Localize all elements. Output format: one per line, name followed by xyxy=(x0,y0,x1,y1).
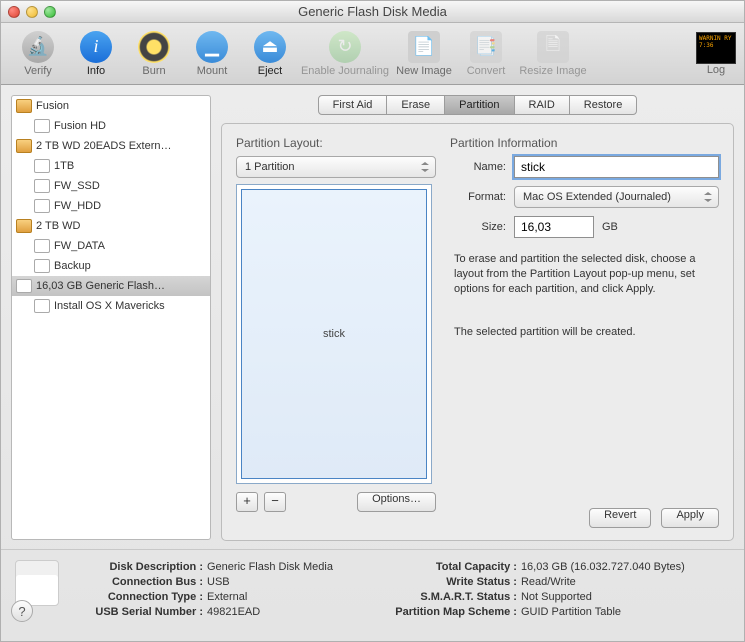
sidebar-item-label: FW_HDD xyxy=(54,200,101,212)
partition-layout-select[interactable]: 1 Partition xyxy=(236,156,436,178)
window-title: Generic Flash Disk Media xyxy=(1,4,744,19)
sidebar-item[interactable]: 2 TB WD 20EADS Extern… xyxy=(12,136,210,156)
convert-button: 📑 Convert xyxy=(457,31,515,77)
size-input[interactable] xyxy=(514,216,594,238)
sidebar-item[interactable]: FW_HDD xyxy=(12,196,210,216)
tab-erase[interactable]: Erase xyxy=(386,95,445,115)
tab-first-aid[interactable]: First Aid xyxy=(318,95,388,115)
tab-partition[interactable]: Partition xyxy=(444,95,514,115)
disk-description-value: Generic Flash Disk Media xyxy=(207,560,333,575)
partition-preview-slice[interactable]: stick xyxy=(241,189,427,479)
verify-button[interactable]: 🔬 Verify xyxy=(9,31,67,77)
sidebar-item[interactable]: FW_DATA xyxy=(12,236,210,256)
partition-description-1: To erase and partition the selected disk… xyxy=(454,252,719,297)
sidebar-item-label: FW_SSD xyxy=(54,180,100,192)
sidebar-item[interactable]: 1TB xyxy=(12,156,210,176)
sidebar-item-label: FW_DATA xyxy=(54,240,105,252)
disk-sidebar[interactable]: Fusion Fusion HD 2 TB WD 20EADS Extern… 1TB… xyxy=(11,95,211,540)
info-button[interactable]: i Info xyxy=(67,31,125,77)
titlebar: Generic Flash Disk Media xyxy=(1,1,744,23)
tab-bar: First Aid Erase Partition RAID Restore xyxy=(221,95,734,115)
toolbar: 🔬 Verify i Info Burn ▁ Mount ⏏ Eject ↻ E… xyxy=(1,23,744,85)
sidebar-item-label: Fusion xyxy=(36,100,69,112)
sidebar-item[interactable]: Fusion HD xyxy=(12,116,210,136)
drive-icon xyxy=(16,139,32,153)
journaling-icon: ↻ xyxy=(329,31,361,63)
name-label: Name: xyxy=(450,161,506,173)
name-input[interactable] xyxy=(514,156,719,178)
layout-title: Partition Layout: xyxy=(236,136,436,150)
log-icon: WARNIN RY 7:36 xyxy=(696,32,736,64)
sidebar-item-label: Fusion HD xyxy=(54,120,106,132)
revert-button[interactable]: Revert xyxy=(589,508,651,528)
volume-icon xyxy=(34,119,50,133)
sidebar-item-label: 16,03 GB Generic Flash… xyxy=(36,280,165,292)
smart-status-value: Not Supported xyxy=(521,590,592,605)
sidebar-item[interactable]: 2 TB WD xyxy=(12,216,210,236)
partition-preview[interactable]: stick xyxy=(236,184,432,484)
add-partition-button[interactable]: + xyxy=(236,492,258,512)
mount-button[interactable]: ▁ Mount xyxy=(183,31,241,77)
format-select[interactable]: Mac OS Extended (Journaled) xyxy=(514,186,719,208)
remove-partition-button[interactable]: − xyxy=(264,492,286,512)
resize-image-icon: 🗎 xyxy=(537,31,569,63)
sidebar-item[interactable]: FW_SSD xyxy=(12,176,210,196)
drive-icon xyxy=(16,99,32,113)
eject-button[interactable]: ⏏ Eject xyxy=(241,31,299,77)
connection-bus-value: USB xyxy=(207,575,230,590)
info-icon: i xyxy=(80,31,112,63)
sidebar-item[interactable]: Backup xyxy=(12,256,210,276)
sidebar-item[interactable]: 16,03 GB Generic Flash… xyxy=(12,276,210,296)
partition-description-2: The selected partition will be created. xyxy=(454,325,719,340)
tab-restore[interactable]: Restore xyxy=(569,95,638,115)
convert-icon: 📑 xyxy=(470,31,502,63)
sidebar-item-label: 2 TB WD xyxy=(36,220,80,232)
write-status-value: Read/Write xyxy=(521,575,576,590)
sidebar-item-label: 1TB xyxy=(54,160,74,172)
volume-icon xyxy=(34,239,50,253)
enable-journaling-button: ↻ Enable Journaling xyxy=(299,31,391,77)
sidebar-item-label: Install OS X Mavericks xyxy=(54,300,165,312)
total-capacity-value: 16,03 GB (16.032.727.040 Bytes) xyxy=(521,560,685,575)
verify-icon: 🔬 xyxy=(22,31,54,63)
usb-serial-value: 49821EAD xyxy=(207,605,260,620)
partition-panel: Partition Layout: 1 Partition stick + − … xyxy=(221,123,734,541)
size-label: Size: xyxy=(450,221,506,233)
eject-icon: ⏏ xyxy=(254,31,286,63)
volume-icon xyxy=(34,179,50,193)
burn-button[interactable]: Burn xyxy=(125,31,183,77)
burn-icon xyxy=(138,31,170,63)
volume-icon xyxy=(34,199,50,213)
footer: Disk Description :Generic Flash Disk Med… xyxy=(1,549,744,630)
options-button[interactable]: Options… xyxy=(357,492,436,512)
resize-image-button: 🗎 Resize Image xyxy=(515,31,591,77)
volume-icon xyxy=(34,259,50,273)
volume-icon xyxy=(34,159,50,173)
sidebar-item-label: Backup xyxy=(54,260,91,272)
mount-icon: ▁ xyxy=(196,31,228,63)
sidebar-item[interactable]: Install OS X Mavericks xyxy=(12,296,210,316)
connection-type-value: External xyxy=(207,590,247,605)
format-label: Format: xyxy=(450,191,506,203)
volume-icon xyxy=(16,279,32,293)
drive-icon xyxy=(16,219,32,233)
new-image-icon: 📄 xyxy=(408,31,440,63)
sidebar-item[interactable]: Fusion xyxy=(12,96,210,116)
help-button[interactable]: ? xyxy=(11,600,33,622)
info-title: Partition Information xyxy=(450,136,719,150)
size-unit: GB xyxy=(602,221,618,233)
log-button[interactable]: WARNIN RY 7:36 Log xyxy=(696,32,736,76)
sidebar-item-label: 2 TB WD 20EADS Extern… xyxy=(36,140,172,152)
apply-button[interactable]: Apply xyxy=(661,508,719,528)
new-image-button[interactable]: 📄 New Image xyxy=(391,31,457,77)
volume-icon xyxy=(34,299,50,313)
tab-raid[interactable]: RAID xyxy=(514,95,570,115)
partition-map-value: GUID Partition Table xyxy=(521,605,621,620)
